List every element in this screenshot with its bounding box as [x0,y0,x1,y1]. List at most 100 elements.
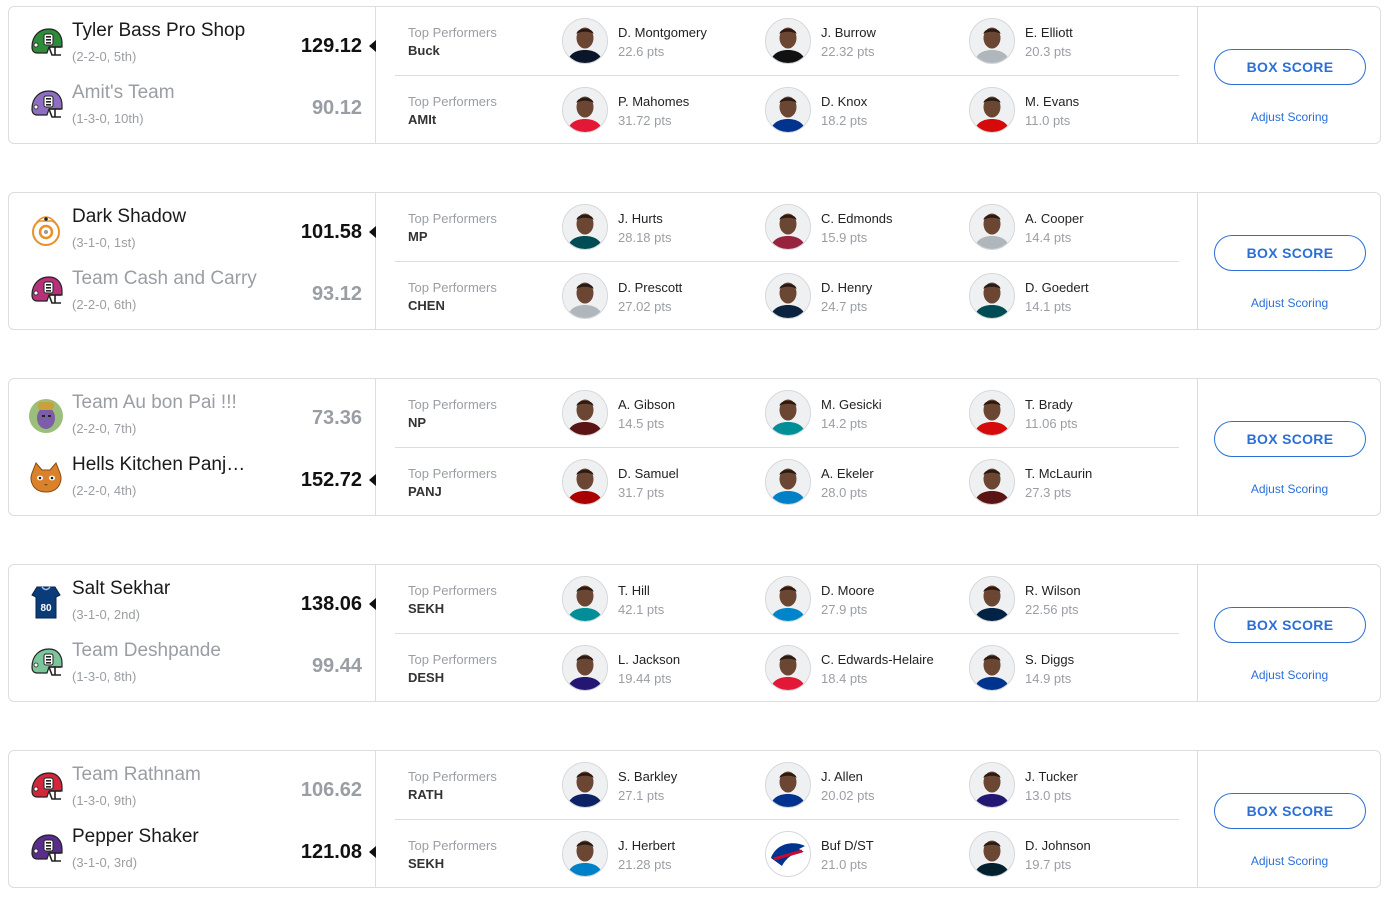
player-name[interactable]: S. Barkley [618,769,677,784]
player-name[interactable]: J. Burrow [821,25,876,40]
box-score-button[interactable]: BOX SCORE [1214,607,1366,643]
player-card[interactable]: C. Edwards-Helaire 18.4 pts [765,645,965,693]
player-name[interactable]: T. McLaurin [1025,466,1092,481]
player-name[interactable]: A. Cooper [1025,211,1084,226]
player-name[interactable]: R. Wilson [1025,583,1081,598]
player-name[interactable]: L. Jackson [618,652,680,667]
adjust-scoring-link[interactable]: Adjust Scoring [1198,854,1381,868]
player-card[interactable]: A. Cooper 14.4 pts [969,204,1169,252]
team-row[interactable]: Hells Kitchen Panjm... (2-2-0, 4th) 152.… [9,449,376,511]
player-card[interactable]: D. Knox 18.2 pts [765,87,965,135]
team-row[interactable]: Amit's Team (1-3-0, 10th) 90.12 [9,77,376,139]
player-name[interactable]: E. Elliott [1025,25,1073,40]
team-name[interactable]: Team Deshpande [72,640,221,662]
player-points: 22.32 pts [821,44,875,59]
team-abbreviation: RATH [408,787,444,802]
player-name[interactable]: A. Gibson [618,397,675,412]
player-name[interactable]: J. Tucker [1025,769,1078,784]
top-performers: Top Performers NP A. Gibson 14.5 pts M. Gesi… [376,379,1198,515]
player-card[interactable]: A. Gibson 14.5 pts [562,390,762,438]
player-name[interactable]: T. Hill [618,583,650,598]
team-abbreviation: MP [408,229,428,244]
player-card[interactable]: D. Prescott 27.02 pts [562,273,762,321]
adjust-scoring-link[interactable]: Adjust Scoring [1198,482,1381,496]
player-card[interactable]: R. Wilson 22.56 pts [969,576,1169,624]
team-name[interactable]: Tyler Bass Pro Shop [72,20,245,42]
team-name[interactable]: Amit's Team [72,82,175,104]
player-name[interactable]: S. Diggs [1025,652,1074,667]
player-card[interactable]: D. Moore 27.9 pts [765,576,965,624]
team-name[interactable]: Team Au bon Pai !!! [72,392,237,414]
player-name[interactable]: M. Evans [1025,94,1079,109]
player-card[interactable]: M. Evans 11.0 pts [969,87,1169,135]
player-card[interactable]: D. Henry 24.7 pts [765,273,965,321]
adjust-scoring-link[interactable]: Adjust Scoring [1198,296,1381,310]
team-name[interactable]: Salt Sekhar [72,578,170,600]
box-score-button[interactable]: BOX SCORE [1214,421,1366,457]
player-name[interactable]: D. Johnson [1025,838,1091,853]
player-card[interactable]: E. Elliott 20.3 pts [969,18,1169,66]
player-name[interactable]: J. Herbert [618,838,675,853]
team-row[interactable]: Pepper Shaker (3-1-0, 3rd) 121.08 [9,821,376,883]
player-name[interactable]: D. Henry [821,280,872,295]
player-name[interactable]: D. Samuel [618,466,679,481]
player-card[interactable]: T. Brady 11.06 pts [969,390,1169,438]
player-name[interactable]: D. Moore [821,583,874,598]
player-card[interactable]: M. Gesicki 14.2 pts [765,390,965,438]
player-card[interactable]: T. Hill 42.1 pts [562,576,762,624]
player-card[interactable]: J. Hurts 28.18 pts [562,204,762,252]
team-row[interactable]: 80 Salt Sekhar (3-1-0, 2nd) 138.06 [9,573,376,635]
player-name[interactable]: J. Hurts [618,211,663,226]
player-card[interactable]: J. Tucker 13.0 pts [969,762,1169,810]
player-card[interactable]: A. Ekeler 28.0 pts [765,459,965,507]
player-card[interactable]: D. Montgomery 22.6 pts [562,18,762,66]
adjust-scoring-link[interactable]: Adjust Scoring [1198,668,1381,682]
box-score-button[interactable]: BOX SCORE [1214,49,1366,85]
player-card[interactable]: S. Barkley 27.1 pts [562,762,762,810]
player-card[interactable]: D. Samuel 31.7 pts [562,459,762,507]
player-card[interactable]: S. Diggs 14.9 pts [969,645,1169,693]
matchup-teams: Team Au bon Pai !!! (2-2-0, 7th) 73.36 H… [9,379,376,515]
player-card[interactable]: P. Mahomes 31.72 pts [562,87,762,135]
player-card[interactable]: Buf D/ST 21.0 pts [765,831,965,879]
player-card[interactable]: L. Jackson 19.44 pts [562,645,762,693]
player-card[interactable]: D. Goedert 14.1 pts [969,273,1169,321]
team-name[interactable]: Hells Kitchen Panjm... [72,454,257,476]
adjust-scoring-link[interactable]: Adjust Scoring [1198,110,1381,124]
player-name[interactable]: D. Goedert [1025,280,1089,295]
team-abbreviation: NP [408,415,427,430]
player-name[interactable]: J. Allen [821,769,863,784]
player-card[interactable]: J. Herbert 21.28 pts [562,831,762,879]
box-score-button[interactable]: BOX SCORE [1214,235,1366,271]
player-name[interactable]: P. Mahomes [618,94,689,109]
player-name[interactable]: D. Montgomery [618,25,707,40]
team-record: (3-1-0, 3rd) [72,855,138,870]
player-name[interactable]: C. Edwards-Helaire [821,652,934,667]
performers-row: Top Performers SEKH J. Herbert 21.28 pts Buf… [376,820,1198,888]
player-name[interactable]: D. Knox [821,94,867,109]
player-name[interactable]: A. Ekeler [821,466,874,481]
player-card[interactable]: C. Edmonds 15.9 pts [765,204,965,252]
team-row[interactable]: Dark Shadow (3-1-0, 1st) 101.58 [9,201,376,263]
team-row[interactable]: Team Au bon Pai !!! (2-2-0, 7th) 73.36 [9,387,376,449]
player-name[interactable]: T. Brady [1025,397,1073,412]
player-points: 14.1 pts [1025,299,1072,314]
player-name[interactable]: D. Prescott [618,280,682,295]
team-name[interactable]: Dark Shadow [72,206,186,228]
player-card[interactable]: T. McLaurin 27.3 pts [969,459,1169,507]
team-name[interactable]: Team Cash and Carry [72,268,257,290]
box-score-button[interactable]: BOX SCORE [1214,793,1366,829]
team-row[interactable]: Team Rathnam (1-3-0, 9th) 106.62 [9,759,376,821]
player-card[interactable]: J. Allen 20.02 pts [765,762,965,810]
player-name[interactable]: Buf D/ST [821,838,874,853]
team-row[interactable]: Team Cash and Carry (2-2-0, 6th) 93.12 [9,263,376,325]
player-name[interactable]: M. Gesicki [821,397,882,412]
player-name[interactable]: C. Edmonds [821,211,893,226]
player-card[interactable]: D. Johnson 19.7 pts [969,831,1169,879]
team-name[interactable]: Team Rathnam [72,764,201,786]
matchup-actions: BOX SCORE Adjust Scoring [1198,7,1381,143]
team-row[interactable]: Team Deshpande (1-3-0, 8th) 99.44 [9,635,376,697]
player-card[interactable]: J. Burrow 22.32 pts [765,18,965,66]
team-row[interactable]: Tyler Bass Pro Shop (2-2-0, 5th) 129.12 [9,15,376,77]
team-name[interactable]: Pepper Shaker [72,826,199,848]
